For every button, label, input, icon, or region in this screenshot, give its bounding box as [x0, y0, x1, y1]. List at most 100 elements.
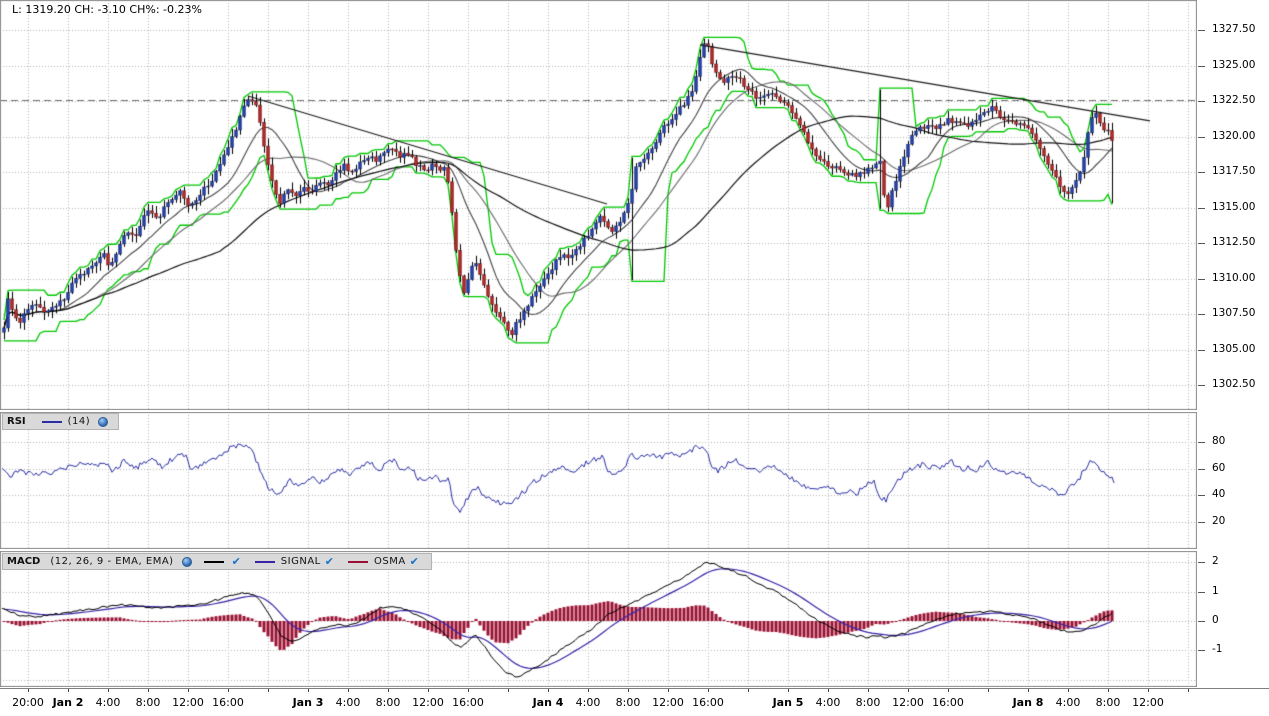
time-tick-mark [468, 689, 469, 692]
price-chart-canvas[interactable] [0, 0, 1197, 410]
price-tick-mark [1198, 101, 1205, 102]
time-tick-mark [1108, 689, 1109, 692]
time-tick-mark [428, 689, 429, 692]
time-tick-mark [108, 689, 109, 692]
time-label: Jan 3 [292, 696, 324, 709]
price-tick-label: 1307.50 [1212, 307, 1256, 319]
time-tick-mark [148, 689, 149, 692]
time-tick-mark [1028, 689, 1029, 692]
time-label: 4:00 [335, 696, 361, 709]
rsi-tick-mark [1198, 442, 1205, 443]
time-label: 4:00 [95, 696, 121, 709]
macd-legend: MACD (12, 26, 9 - EMA, EMA) ✔ SIGNAL ✔ O… [2, 553, 432, 570]
osma-label: OSMA [373, 556, 406, 567]
price-tick-mark [1198, 136, 1205, 138]
price-tick-mark [1198, 314, 1205, 315]
rsi-settings-globe-icon[interactable] [98, 416, 109, 427]
time-label: 8:00 [375, 696, 401, 709]
time-label: 8:00 [615, 696, 641, 709]
time-tick-mark [788, 689, 789, 692]
price-tick-mark [1198, 243, 1205, 244]
chart-application: L: 1319.20 CH: -3.10 CH%: -0.23% RSI (14… [0, 0, 1269, 716]
price-tick-mark [1198, 207, 1205, 209]
rsi-legend: RSI (14) [2, 413, 120, 430]
rsi-tick-label: 80 [1212, 435, 1226, 447]
time-tick-mark [1068, 689, 1069, 692]
time-tick-mark [748, 689, 749, 692]
macd-tick-mark [1198, 591, 1205, 593]
price-tick-label: 1325.00 [1212, 58, 1256, 71]
macd-chart-canvas[interactable] [0, 551, 1197, 687]
rsi-tick-mark [1198, 521, 1205, 523]
time-label: 12:00 [172, 696, 204, 709]
rsi-line-swatch [41, 420, 62, 423]
signal-line-swatch [254, 560, 275, 563]
signal-visibility-checkbox[interactable]: ✔ [325, 555, 334, 568]
time-tick-mark [1188, 689, 1189, 692]
time-tick-mark [268, 689, 269, 692]
macd-tick-mark [1198, 621, 1205, 622]
time-label: 12:00 [652, 696, 684, 709]
time-label: 16:00 [932, 696, 964, 709]
time-label: Jan 2 [52, 696, 84, 709]
macd-tick-label: 0 [1212, 614, 1219, 626]
macd-title: MACD [7, 556, 41, 567]
time-tick-mark [228, 689, 229, 692]
price-tick-mark [1198, 65, 1205, 67]
time-label: Jan 4 [532, 696, 564, 709]
time-tick-mark [668, 689, 669, 692]
price-tick-label: 1320.00 [1212, 129, 1256, 142]
macd-tick-label: -1 [1212, 643, 1223, 656]
time-label: Jan 8 [1012, 696, 1044, 709]
macd-tick-mark [1198, 650, 1205, 652]
time-label: 16:00 [212, 696, 244, 709]
time-tick-mark [708, 689, 709, 692]
price-tick-mark [1198, 278, 1205, 280]
price-tick-label: 1322.50 [1212, 94, 1256, 106]
quote-stats-label: L: 1319.20 CH: -3.10 CH%: -0.23% [12, 3, 202, 16]
time-label: 12:00 [412, 696, 444, 709]
rsi-title: RSI [7, 416, 26, 427]
macd-tick-label: 2 [1212, 555, 1219, 568]
time-label: 8:00 [1095, 696, 1121, 709]
price-tick-label: 1302.50 [1212, 378, 1256, 390]
osma-visibility-checkbox[interactable]: ✔ [410, 555, 419, 568]
time-tick-mark [1148, 689, 1149, 692]
price-tick-label: 1327.50 [1212, 23, 1256, 35]
rsi-chart-canvas[interactable] [0, 412, 1197, 549]
time-tick-mark [628, 689, 629, 692]
time-tick-mark [908, 689, 909, 692]
time-tick-mark [388, 689, 389, 692]
price-tick-mark [1198, 385, 1205, 386]
time-label: 12:00 [892, 696, 924, 709]
price-tick-label: 1305.00 [1212, 342, 1256, 355]
price-tick-label: 1317.50 [1212, 165, 1256, 177]
rsi-params: (14) [67, 416, 91, 427]
rsi-tick-mark [1198, 468, 1205, 470]
time-label: Jan 5 [772, 696, 804, 709]
macd-visibility-checkbox[interactable]: ✔ [232, 555, 241, 568]
time-tick-mark [868, 689, 869, 692]
rsi-tick-label: 40 [1212, 488, 1226, 501]
price-tick-mark [1198, 349, 1205, 351]
rsi-tick-mark [1198, 495, 1205, 497]
time-tick-mark [68, 689, 69, 692]
macd-tick-mark [1198, 562, 1205, 564]
macd-settings-globe-icon[interactable] [181, 556, 192, 567]
time-tick-mark [348, 689, 349, 692]
price-tick-label: 1310.00 [1212, 271, 1256, 284]
time-label: 20:00 [12, 696, 44, 709]
time-label: 16:00 [692, 696, 724, 709]
time-axis: 20:00 Jan 2 4:00 8:00 12:00 16:00 Jan 3 4:00 8:0… [0, 688, 1269, 716]
time-label: 8:00 [855, 696, 881, 709]
macd-params: (12, 26, 9 - EMA, EMA) [50, 556, 174, 567]
price-tick-mark [1198, 30, 1205, 31]
time-label: 4:00 [575, 696, 601, 709]
signal-label: SIGNAL [280, 556, 321, 567]
price-tick-label: 1315.00 [1212, 200, 1256, 213]
time-tick-mark [988, 689, 989, 692]
time-tick-mark [28, 689, 29, 692]
macd-tick-label: 1 [1212, 584, 1219, 597]
time-tick-mark [548, 689, 549, 692]
osma-line-swatch [347, 560, 368, 563]
